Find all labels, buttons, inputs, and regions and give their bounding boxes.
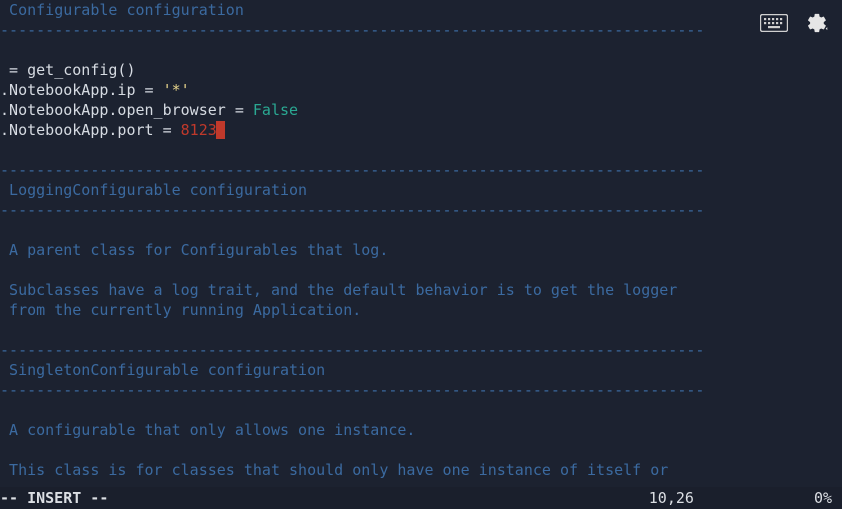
comment-line: #	[0, 260, 842, 280]
scroll-percent: 0%	[814, 488, 832, 508]
code-line-cursor: c.NotebookApp.port = 8123	[0, 120, 842, 140]
divider-line: #---------------------------------------…	[0, 380, 842, 400]
blank-line	[0, 220, 842, 240]
blank-line	[0, 40, 842, 60]
comment-line: # LoggingConfigurable configuration	[0, 180, 842, 200]
comment-line: # SingletonConfigurable configuration	[0, 360, 842, 380]
code-text: c.NotebookApp.port =	[0, 121, 181, 139]
editor-window: # Configurable configuration #----------…	[0, 0, 842, 509]
comment-line: # A parent class for Configurables that …	[0, 240, 842, 260]
cursor-position: 10,26	[649, 488, 694, 508]
blank-line	[0, 140, 842, 160]
comment-line: # This class is for classes that should …	[0, 460, 842, 480]
code-line: c.NotebookApp.open_browser = False	[0, 100, 842, 120]
code-text: c.NotebookApp.ip =	[0, 81, 163, 99]
comment-line: #	[0, 440, 842, 460]
code-area[interactable]: # Configurable configuration #----------…	[0, 0, 842, 485]
divider-line: #---------------------------------------…	[0, 160, 842, 180]
divider-line: #---------------------------------------…	[0, 340, 842, 360]
blank-line	[0, 320, 842, 340]
comment-line: # A configurable that only allows one in…	[0, 420, 842, 440]
comment-line: # from the currently running Application…	[0, 300, 842, 320]
status-bar: -- INSERT -- 10,26 0%	[0, 487, 842, 509]
boolean-literal: False	[253, 101, 298, 119]
comment-line: # Configurable configuration	[0, 0, 842, 20]
blank-line	[0, 400, 842, 420]
comment-line: # Subclasses have a log trait, and the d…	[0, 280, 842, 300]
code-line: c = get_config()	[0, 60, 842, 80]
code-text: c.NotebookApp.open_browser =	[0, 101, 253, 119]
text-cursor	[216, 121, 225, 139]
divider-line: #---------------------------------------…	[0, 20, 842, 40]
number-literal: 8123	[181, 121, 217, 139]
string-literal: '*'	[163, 81, 190, 99]
vim-mode: -- INSERT --	[0, 488, 108, 508]
divider-line: #---------------------------------------…	[0, 200, 842, 220]
code-line: c.NotebookApp.ip = '*'	[0, 80, 842, 100]
